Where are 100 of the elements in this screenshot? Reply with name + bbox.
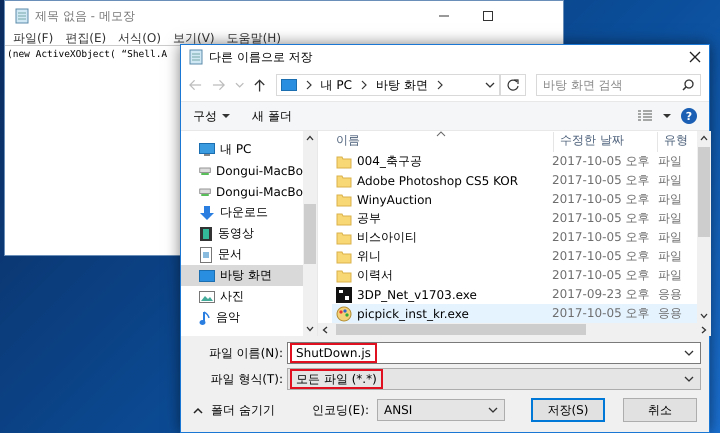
chevron-right-icon bbox=[304, 80, 313, 90]
help-button[interactable]: ? bbox=[681, 108, 697, 124]
field-label: 파일 형식(T): bbox=[209, 370, 284, 388]
file-type: 파일 bbox=[658, 191, 682, 208]
network-drive-icon bbox=[199, 186, 212, 198]
column-header[interactable]: 수정한 날짜 bbox=[554, 132, 658, 152]
menu-item[interactable]: 보기(V) bbox=[173, 31, 215, 45]
file-type: 응용 bbox=[658, 305, 682, 322]
file-row[interactable]: Adobe Photoshop CS5 KOR 2017-10-05 오후 파일 bbox=[332, 171, 697, 190]
up-arrow-icon[interactable] bbox=[254, 78, 266, 92]
address-bar[interactable]: 내 PC 바탕 화면 bbox=[276, 74, 500, 96]
monitor-icon bbox=[199, 142, 215, 156]
nav-item[interactable]: Dongui-MacBo bbox=[181, 160, 303, 181]
menu-item[interactable]: 파일(F) bbox=[13, 31, 54, 45]
dropdown-icon[interactable] bbox=[488, 405, 498, 415]
scroll-right-icon[interactable] bbox=[701, 326, 707, 334]
chevron-right-icon bbox=[360, 80, 368, 90]
scroll-up-icon[interactable] bbox=[306, 135, 314, 141]
dropdown-icon[interactable] bbox=[484, 80, 495, 90]
desktop-icon bbox=[199, 268, 215, 282]
breadcrumb[interactable]: 바탕 화면 bbox=[376, 76, 428, 94]
close-icon[interactable] bbox=[689, 51, 701, 63]
hide-folders-button[interactable]: 폴더 숨기기 bbox=[193, 402, 275, 418]
notepad-icon bbox=[189, 49, 203, 65]
file-date: 2017-10-05 오후 bbox=[552, 229, 651, 246]
file-type: 파일 bbox=[658, 229, 682, 246]
filename-field[interactable]: ShutDown.js bbox=[287, 342, 701, 364]
file-row[interactable]: picpick_inst_kr.exe 2017-10-05 오후 응용 bbox=[332, 304, 697, 323]
nav-item[interactable]: 사진 bbox=[181, 286, 303, 307]
field-label: 파일 이름(N): bbox=[208, 344, 284, 362]
file-row[interactable]: 이력서 2017-10-05 오후 파일 bbox=[332, 266, 697, 285]
file-row[interactable]: 위니 2017-10-05 오후 파일 bbox=[332, 247, 697, 266]
organize-menu[interactable]: 구성 bbox=[193, 108, 217, 124]
file-type: 파일 bbox=[658, 248, 682, 265]
scroll-down-icon[interactable] bbox=[306, 326, 314, 332]
search-icon[interactable] bbox=[682, 79, 694, 91]
nav-item[interactable]: Dongui-MacBo bbox=[181, 181, 303, 202]
file-date: 2017-09-23 오후 bbox=[552, 286, 651, 303]
folder-icon bbox=[336, 230, 352, 244]
file-name: 비스아이티 bbox=[357, 229, 417, 246]
file-date: 2017-10-05 오후 bbox=[552, 172, 651, 189]
search-field[interactable]: 바탕 화면 검색 bbox=[536, 74, 701, 96]
desktop-icon bbox=[280, 78, 297, 92]
file-type: 파일 bbox=[658, 153, 682, 170]
new-folder-button[interactable]: 새 폴더 bbox=[252, 108, 292, 124]
save-button[interactable]: 저장(S) bbox=[531, 398, 605, 422]
nav-item[interactable]: 음악 bbox=[181, 307, 303, 328]
dialog-title: 다른 이름으로 저장 bbox=[209, 48, 314, 66]
menu-item[interactable]: 서식(O) bbox=[118, 31, 162, 45]
app-icon bbox=[336, 286, 352, 302]
picture-icon bbox=[199, 290, 215, 304]
cancel-button[interactable]: 취소 bbox=[623, 398, 697, 422]
column-header[interactable]: 이름 bbox=[318, 132, 554, 152]
dropdown-icon[interactable] bbox=[684, 374, 694, 384]
file-type: 파일 bbox=[658, 210, 682, 227]
file-type: 응용 bbox=[658, 286, 682, 303]
column-header[interactable]: 유형 bbox=[658, 132, 697, 152]
file-name: Adobe Photoshop CS5 KOR bbox=[357, 174, 518, 188]
scroll-down-icon[interactable] bbox=[700, 313, 708, 319]
file-row[interactable]: 공부 2017-10-05 오후 파일 bbox=[332, 209, 697, 228]
filetype-dropdown[interactable]: 모든 파일 (*.*) bbox=[287, 368, 701, 390]
caret-icon[interactable] bbox=[663, 113, 671, 119]
editor-text: (new ActiveXObject( “Shell.A bbox=[7, 49, 168, 60]
menu-item[interactable]: 도움말(H) bbox=[226, 31, 281, 45]
network-drive-icon bbox=[199, 164, 212, 176]
menu-item[interactable]: 편집(E) bbox=[65, 31, 106, 45]
file-date: 2017-10-05 오후 bbox=[552, 267, 651, 284]
nav-item[interactable]: 동영상 bbox=[181, 223, 303, 244]
scrollbar[interactable] bbox=[303, 131, 317, 336]
file-date: 2017-10-05 오후 bbox=[552, 248, 651, 265]
file-row[interactable]: 004_축구공 2017-10-05 오후 파일 bbox=[332, 152, 697, 171]
highlighted-value: 모든 파일 (*.*) bbox=[290, 368, 383, 388]
encoding-value: ANSI bbox=[384, 403, 412, 417]
search-placeholder: 바탕 화면 검색 bbox=[543, 76, 624, 94]
file-row[interactable]: 비스아이티 2017-10-05 오후 파일 bbox=[332, 228, 697, 247]
scrollbar[interactable] bbox=[697, 131, 711, 323]
file-date: 2017-10-05 오후 bbox=[552, 210, 651, 227]
encoding-dropdown[interactable]: ANSI bbox=[377, 399, 505, 421]
file-row[interactable]: 3DP_Net_v1703.exe 2017-09-23 오후 응용 bbox=[332, 285, 697, 304]
nav-item[interactable]: 내 PC bbox=[181, 139, 303, 160]
dropdown-icon[interactable] bbox=[684, 348, 694, 358]
caret-icon[interactable] bbox=[222, 113, 230, 119]
folder-icon bbox=[336, 192, 352, 206]
breadcrumb[interactable]: 내 PC bbox=[320, 76, 352, 94]
file-name: 004_축구공 bbox=[357, 153, 422, 170]
file-name: 위니 bbox=[357, 248, 381, 265]
maximize-icon[interactable] bbox=[483, 11, 493, 21]
file-name: picpick_inst_kr.exe bbox=[357, 306, 469, 320]
refresh-button[interactable] bbox=[500, 74, 526, 96]
scroll-up-icon[interactable] bbox=[700, 135, 708, 141]
nav-item[interactable]: 문서 bbox=[181, 244, 303, 265]
nav-item[interactable]: 다운로드 bbox=[181, 202, 303, 223]
view-options-icon[interactable] bbox=[637, 110, 653, 122]
nav-item[interactable]: 바탕 화면 bbox=[181, 265, 303, 286]
horizontal-scrollbar[interactable] bbox=[318, 323, 711, 336]
file-row[interactable]: WinyAuction 2017-10-05 오후 파일 bbox=[332, 190, 697, 209]
highlighted-value: ShutDown.js bbox=[290, 343, 377, 363]
notepad-icon bbox=[15, 8, 29, 24]
scroll-left-icon[interactable] bbox=[322, 326, 328, 334]
file-date: 2017-10-05 오후 bbox=[552, 191, 651, 208]
